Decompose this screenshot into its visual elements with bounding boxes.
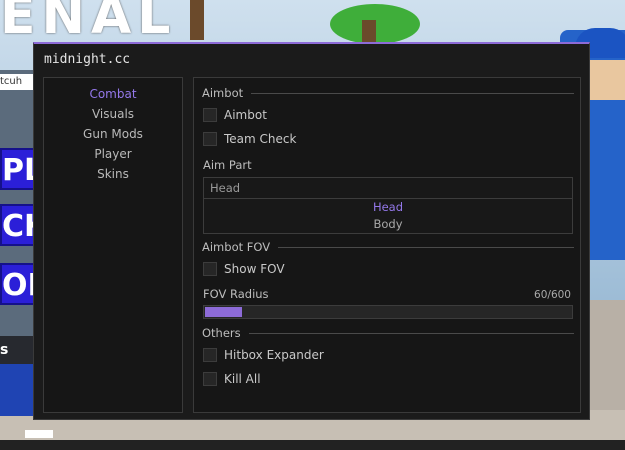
- show-fov-toggle-row[interactable]: Show FOV: [203, 262, 285, 276]
- aimbot-label: Aimbot: [224, 108, 267, 122]
- sidebar-item-gun-mods[interactable]: Gun Mods: [44, 124, 182, 144]
- sidebar-item-visuals[interactable]: Visuals: [44, 104, 182, 124]
- hitbox-expander-label: Hitbox Expander: [224, 348, 324, 362]
- section-aimbot: Aimbot: [202, 86, 574, 100]
- hud-bar: [0, 440, 625, 450]
- aim-part-option-head[interactable]: Head: [204, 199, 572, 216]
- aim-part-option-body[interactable]: Body: [204, 216, 572, 233]
- team-check-label: Team Check: [224, 132, 297, 146]
- kill-all-checkbox[interactable]: [203, 372, 217, 386]
- fov-radius-value: 60/600: [534, 289, 571, 301]
- kill-all-toggle-row[interactable]: Kill All: [203, 372, 261, 386]
- aim-part-dropdown[interactable]: Head Head Body: [203, 177, 573, 234]
- fov-radius-slider-fill: [205, 307, 242, 317]
- aimbot-checkbox[interactable]: [203, 108, 217, 122]
- section-aimbot-title: Aimbot: [202, 86, 244, 100]
- game-title-fragment: ENAL: [0, 0, 177, 46]
- section-others-title: Others: [202, 326, 241, 340]
- hud-marker: [25, 430, 53, 438]
- aim-part-selected[interactable]: Head: [204, 178, 572, 199]
- kill-all-label: Kill All: [224, 372, 261, 386]
- side-letter: s: [0, 342, 9, 358]
- sidebar-item-skins[interactable]: Skins: [44, 164, 182, 184]
- fov-radius-slider[interactable]: [203, 305, 573, 319]
- palm-trunk: [190, 0, 204, 40]
- section-aimbot-fov: Aimbot FOV: [202, 240, 574, 254]
- team-check-checkbox[interactable]: [203, 132, 217, 146]
- section-divider: [278, 246, 574, 248]
- aim-part-label: Aim Part: [203, 158, 252, 172]
- show-fov-checkbox[interactable]: [203, 262, 217, 276]
- sidebar-item-combat[interactable]: Combat: [44, 84, 182, 104]
- content-panel: Aimbot Aimbot Team Check Aim Part Head H…: [193, 77, 581, 413]
- palm-trunk: [362, 20, 376, 44]
- player-name-tag: tcuh: [0, 74, 34, 90]
- section-divider: [248, 332, 574, 334]
- fov-radius-label: FOV Radius: [203, 287, 269, 301]
- menu-window[interactable]: midnight.cc Combat Visuals Gun Mods Play…: [33, 42, 590, 420]
- sidebar-item-player[interactable]: Player: [44, 144, 182, 164]
- aimbot-toggle-row[interactable]: Aimbot: [203, 108, 267, 122]
- sidebar: Combat Visuals Gun Mods Player Skins: [43, 77, 183, 413]
- hitbox-expander-toggle-row[interactable]: Hitbox Expander: [203, 348, 324, 362]
- hitbox-expander-checkbox[interactable]: [203, 348, 217, 362]
- section-divider: [251, 92, 574, 94]
- show-fov-label: Show FOV: [224, 262, 285, 276]
- team-check-toggle-row[interactable]: Team Check: [203, 132, 296, 146]
- section-others: Others: [202, 326, 574, 340]
- window-title: midnight.cc: [44, 52, 131, 67]
- section-aimbot-fov-title: Aimbot FOV: [202, 240, 271, 254]
